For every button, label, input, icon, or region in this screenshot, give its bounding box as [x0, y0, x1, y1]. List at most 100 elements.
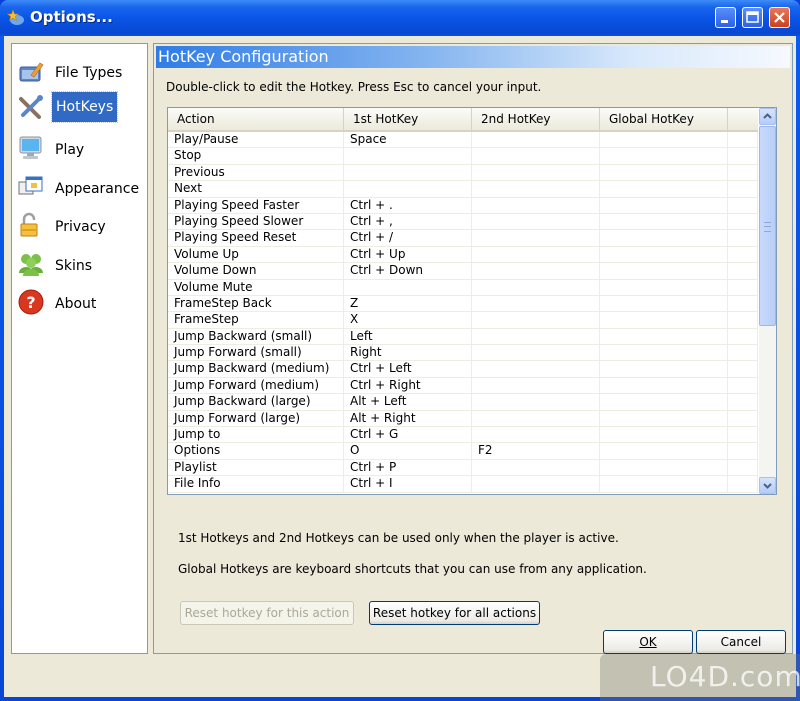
sidebar-item-play[interactable]: Play — [18, 133, 143, 163]
cell-1st-hotkey[interactable]: Ctrl + Up — [344, 246, 472, 263]
cell-global-hotkey[interactable] — [600, 213, 728, 230]
cell-1st-hotkey[interactable]: Space — [344, 132, 472, 148]
table-row[interactable]: Jump Forward (medium) Ctrl + Right — [168, 377, 758, 395]
cell-2nd-hotkey[interactable] — [472, 345, 600, 362]
table-row[interactable]: Jump Backward (medium) Ctrl + Left — [168, 361, 758, 378]
cell-action[interactable]: Jump Backward (large) — [168, 394, 344, 411]
title-bar[interactable]: Options... — [0, 0, 800, 36]
cell-global-hotkey[interactable] — [600, 246, 728, 263]
cell-action[interactable]: FrameStep — [168, 312, 344, 329]
cell-action[interactable]: Volume Down — [168, 263, 344, 280]
cell-action[interactable]: Jump Forward (medium) — [168, 377, 344, 394]
cell-action[interactable]: Jump Backward (small) — [168, 328, 344, 345]
table-row[interactable]: Jump Backward (large) Alt + Left — [168, 394, 758, 411]
cell-2nd-hotkey[interactable] — [472, 279, 600, 296]
cell-global-hotkey[interactable] — [600, 328, 728, 345]
column-header-global-hotkey[interactable]: Global HotKey — [600, 108, 728, 130]
cell-action[interactable]: Jump Forward (large) — [168, 410, 344, 427]
table-row[interactable]: Jump to Ctrl + G — [168, 427, 758, 444]
cell-1st-hotkey[interactable]: X — [344, 312, 472, 329]
cell-1st-hotkey[interactable] — [344, 181, 472, 198]
cell-global-hotkey[interactable] — [600, 476, 728, 493]
cell-1st-hotkey[interactable] — [344, 279, 472, 296]
scroll-thumb[interactable] — [759, 126, 776, 326]
cell-action[interactable]: Playing Speed Reset — [168, 230, 344, 247]
maximize-button[interactable] — [742, 7, 763, 28]
column-header-1st-hotkey[interactable]: 1st HotKey — [344, 108, 472, 130]
cell-1st-hotkey[interactable]: Ctrl + . — [344, 197, 472, 214]
table-row[interactable]: Jump Forward (small) Right — [168, 345, 758, 362]
cell-2nd-hotkey[interactable] — [472, 328, 600, 345]
cell-2nd-hotkey[interactable] — [472, 361, 600, 378]
table-row[interactable]: Previous — [168, 164, 758, 182]
cell-1st-hotkey[interactable]: Ctrl + I — [344, 476, 472, 493]
cell-global-hotkey[interactable] — [600, 164, 728, 181]
cell-global-hotkey[interactable] — [600, 197, 728, 214]
table-row[interactable]: Volume Up Ctrl + Up — [168, 246, 758, 264]
cell-1st-hotkey[interactable]: Left — [344, 328, 472, 345]
cell-action[interactable]: File Info — [168, 476, 344, 493]
cell-global-hotkey[interactable] — [600, 427, 728, 444]
cell-global-hotkey[interactable] — [600, 394, 728, 411]
reset-hotkey-all-button[interactable]: Reset hotkey for all actions — [369, 601, 540, 625]
cell-2nd-hotkey[interactable] — [472, 312, 600, 329]
cell-2nd-hotkey[interactable] — [472, 295, 600, 312]
column-header-action[interactable]: Action — [168, 108, 344, 130]
cell-action[interactable]: Stop — [168, 148, 344, 165]
sidebar-item-skins[interactable]: Skins — [18, 249, 143, 279]
cell-action[interactable]: Play/Pause — [168, 132, 344, 148]
column-header-2nd-hotkey[interactable]: 2nd HotKey — [472, 108, 600, 130]
cell-1st-hotkey[interactable]: Ctrl + Left — [344, 361, 472, 378]
cell-action[interactable]: Volume Mute — [168, 279, 344, 296]
cell-action[interactable]: FrameStep Back — [168, 295, 344, 312]
cell-2nd-hotkey[interactable] — [472, 410, 600, 427]
cell-action[interactable]: Playing Speed Faster — [168, 197, 344, 214]
cell-global-hotkey[interactable] — [600, 263, 728, 280]
cell-global-hotkey[interactable] — [600, 132, 728, 148]
cell-action[interactable]: Options — [168, 443, 344, 460]
cell-action[interactable]: Jump Forward (small) — [168, 345, 344, 362]
cell-1st-hotkey[interactable]: Ctrl + Down — [344, 263, 472, 280]
cell-2nd-hotkey[interactable] — [472, 230, 600, 247]
cell-global-hotkey[interactable] — [600, 459, 728, 476]
ok-button[interactable]: OK — [603, 630, 693, 654]
sidebar-item-file-types[interactable]: File Types — [18, 56, 143, 86]
vertical-scrollbar[interactable] — [759, 108, 776, 494]
cell-action[interactable]: Jump to — [168, 427, 344, 444]
cell-1st-hotkey[interactable]: Ctrl + Right — [344, 377, 472, 394]
cell-1st-hotkey[interactable]: Alt + Left — [344, 394, 472, 411]
cell-global-hotkey[interactable] — [600, 345, 728, 362]
cell-global-hotkey[interactable] — [600, 361, 728, 378]
cell-2nd-hotkey[interactable] — [472, 164, 600, 181]
table-row[interactable]: Jump Backward (small) Left — [168, 328, 758, 346]
table-row[interactable]: Volume Mute — [168, 279, 758, 296]
cell-1st-hotkey[interactable] — [344, 164, 472, 181]
cell-2nd-hotkey[interactable] — [472, 263, 600, 280]
table-row[interactable]: Playing Speed Faster Ctrl + . — [168, 197, 758, 214]
table-row[interactable]: Options O F2 — [168, 443, 758, 460]
sidebar-item-about[interactable]: ? About — [18, 287, 143, 317]
cell-global-hotkey[interactable] — [600, 230, 728, 247]
table-row[interactable]: FrameStep Back Z — [168, 295, 758, 313]
cell-2nd-hotkey[interactable] — [472, 394, 600, 411]
scroll-up-button[interactable] — [759, 108, 776, 125]
cell-2nd-hotkey[interactable] — [472, 377, 600, 394]
close-button[interactable] — [769, 7, 790, 28]
table-row[interactable]: Playing Speed Slower Ctrl + , — [168, 213, 758, 231]
cell-action[interactable]: Playlist — [168, 459, 344, 476]
cell-global-hotkey[interactable] — [600, 410, 728, 427]
cell-1st-hotkey[interactable]: Ctrl + , — [344, 213, 472, 230]
cell-2nd-hotkey[interactable] — [472, 181, 600, 198]
cell-2nd-hotkey[interactable] — [472, 246, 600, 263]
cell-1st-hotkey[interactable]: Ctrl + / — [344, 230, 472, 247]
table-row[interactable]: Play/Pause Space — [168, 132, 758, 149]
cell-1st-hotkey[interactable]: Ctrl + P — [344, 459, 472, 476]
cell-global-hotkey[interactable] — [600, 181, 728, 198]
table-row[interactable]: Volume Down Ctrl + Down — [168, 263, 758, 280]
cell-global-hotkey[interactable] — [600, 279, 728, 296]
cancel-button[interactable]: Cancel — [696, 630, 786, 654]
cell-global-hotkey[interactable] — [600, 148, 728, 165]
cell-2nd-hotkey[interactable] — [472, 148, 600, 165]
table-row[interactable]: Stop — [168, 148, 758, 165]
cell-global-hotkey[interactable] — [600, 312, 728, 329]
